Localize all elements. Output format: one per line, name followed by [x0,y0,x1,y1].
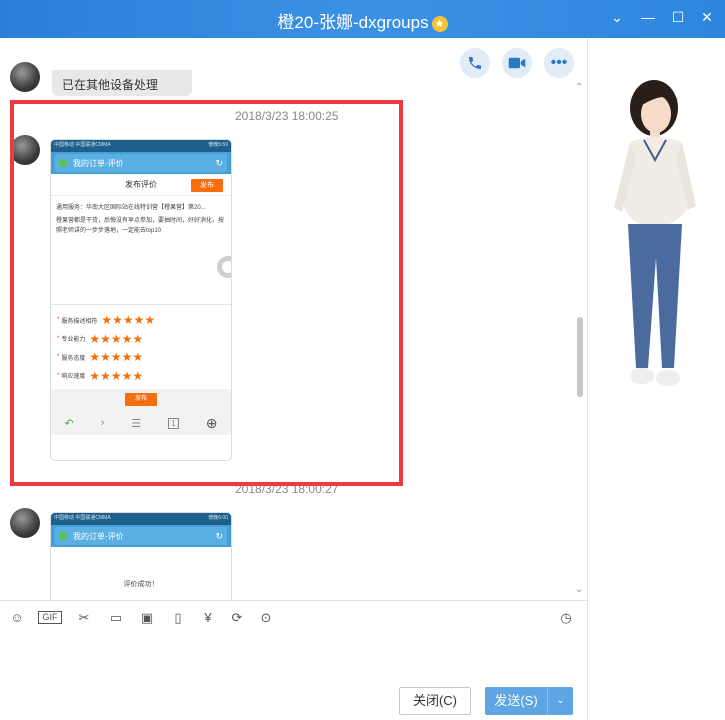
screenshot-image[interactable]: 中国移动 中国联通CMMA 傍晚6:00 我的订单-评价 ↻ 评价成功！ [50,512,232,600]
title-bar: 橙20-张娜-dxgroups ★ ⌄ — ☐ ✕ [0,0,725,38]
phone-nav-bar: 我的订单-评价 ↻ [51,525,231,547]
folder-icon[interactable]: ▭ [107,609,125,627]
send-button-label[interactable]: 发送(S) [485,687,547,715]
status-carrier: 中国移动 中国联通CMMA [54,515,111,521]
music-icon[interactable]: ⟳ [228,609,246,627]
avatar[interactable] [10,62,40,92]
status-time: 傍晚6:00 [208,515,228,521]
highlight-box [10,100,403,486]
window-title-text: 橙20-张娜-dxgroups [277,13,429,32]
avatar[interactable] [10,508,40,538]
emoji-icon[interactable]: ☺ [8,609,26,627]
minimize-button[interactable]: — [638,9,658,25]
refresh-icon: ↻ [215,530,223,541]
scroll-up-icon[interactable]: ⌃ [575,82,583,93]
image-icon[interactable]: ▣ [138,609,156,627]
scissors-icon[interactable]: ✂ [75,609,93,627]
side-panel [587,38,725,720]
send-button[interactable]: 发送(S) ⌄ [485,687,573,715]
phone-icon [469,57,481,69]
lock-icon [59,532,67,540]
success-message: 评价成功！ [123,581,159,588]
red-packet-icon[interactable]: ¥ [199,609,217,627]
more-options-button[interactable]: ••• [544,48,574,78]
send-options-chevron-icon[interactable]: ⌄ [547,687,573,715]
show-avatar-figure-icon [614,80,696,386]
input-toolbar: ☺ GIF ✂ ▭ ▣ ▯ ¥ ⟳ ⊙ ◷ [0,600,587,634]
chat-scrollbar[interactable] [577,317,583,397]
vip-star-icon: ★ [431,16,448,32]
more-tools-icon[interactable]: ⊙ [257,609,275,627]
chevron-down-icon[interactable]: ⌄ [607,9,627,26]
phone-status-bar: 中国移动 中国联通CMMA 傍晚6:00 [51,513,231,525]
ellipsis-icon: ••• [550,54,568,71]
video-camera-icon [508,57,526,69]
history-clock-icon[interactable]: ◷ [557,609,575,627]
voice-call-button[interactable] [460,48,490,78]
phone-nav-title: 我的订单-评价 [73,531,124,541]
gif-icon[interactable]: GIF [38,611,62,624]
shake-icon[interactable]: ▯ [169,609,187,627]
close-button[interactable]: 关闭(C) [399,687,471,715]
message-bubble: 已在其他设备处理 [52,70,192,96]
maximize-button[interactable]: ☐ [668,9,688,26]
scroll-down-icon[interactable]: ⌄ [575,584,583,595]
close-window-button[interactable]: ✕ [697,9,717,26]
video-call-button[interactable] [502,48,532,78]
